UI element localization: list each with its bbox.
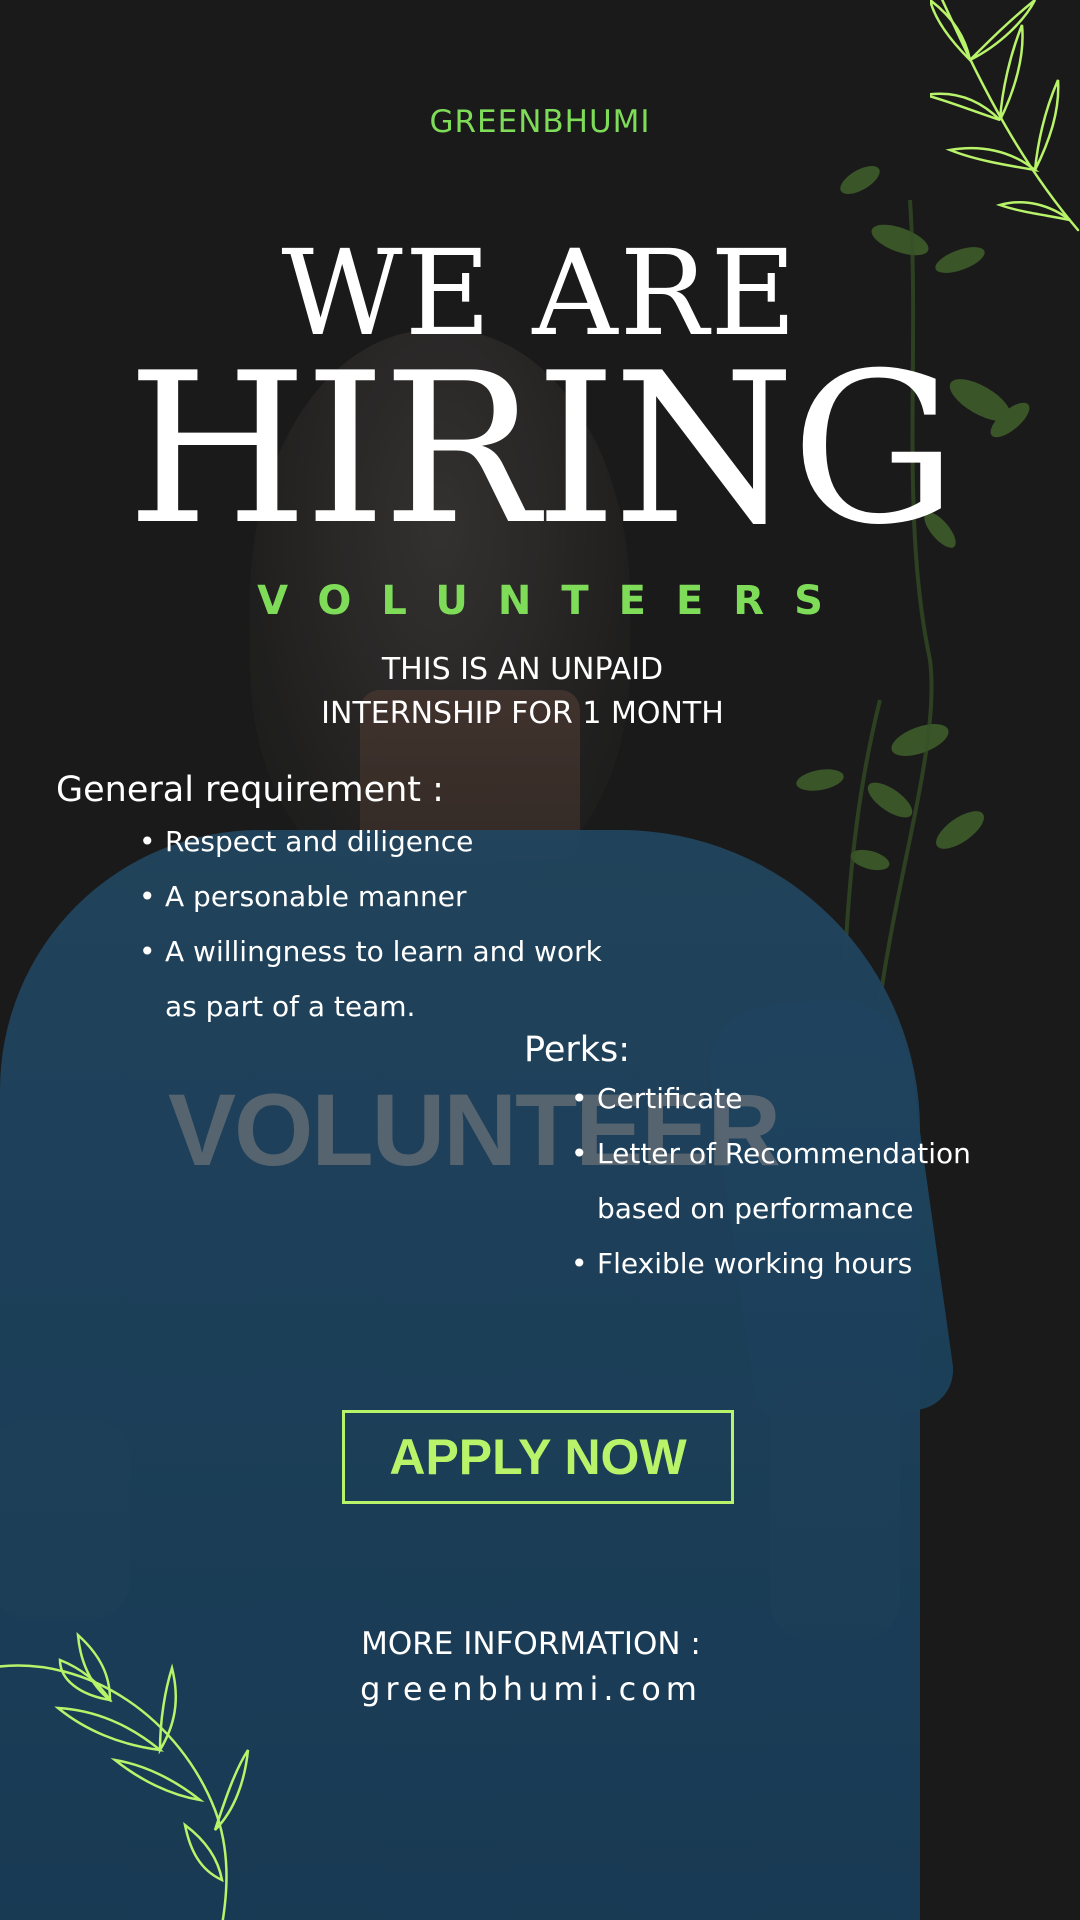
list-item: Certificate xyxy=(571,1071,1041,1126)
brand-name: GREENBHUMI xyxy=(429,104,651,140)
list-item: Respect and diligence xyxy=(139,814,659,869)
requirements-title: General requirement : xyxy=(56,770,444,810)
subtitle-line: THIS IS AN UNPAID xyxy=(381,652,664,687)
apply-now-button[interactable]: APPLY NOW xyxy=(342,1410,734,1504)
role-title: VOLUNTEERS xyxy=(257,578,853,624)
perks-list: Certificate Letter of Recommendation bas… xyxy=(571,1071,1041,1291)
headline-hiring: HIRING xyxy=(126,329,957,571)
list-item: A personable manner xyxy=(139,869,659,924)
more-info-label: MORE INFORMATION : xyxy=(361,1626,701,1662)
perks-title: Perks: xyxy=(524,1030,631,1070)
list-item: A willingness to learn and work as part … xyxy=(139,924,605,1034)
subtitle-line: INTERNSHIP FOR 1 MONTH xyxy=(321,696,724,731)
hiring-poster: VOLUNTEER GREENBHUMI WE ARE HIRING VOLUN… xyxy=(0,0,1080,1920)
internship-subtitle: THIS IS AN UNPAID INTERNSHIP FOR 1 MONTH xyxy=(0,648,1045,736)
requirements-list: Respect and diligence A personable manne… xyxy=(139,814,659,1034)
website-link[interactable]: greenbhumi.com xyxy=(0,1670,1062,1708)
list-item: Letter of Recommendation based on perfor… xyxy=(571,1126,997,1236)
list-item: Flexible working hours xyxy=(571,1236,1041,1291)
